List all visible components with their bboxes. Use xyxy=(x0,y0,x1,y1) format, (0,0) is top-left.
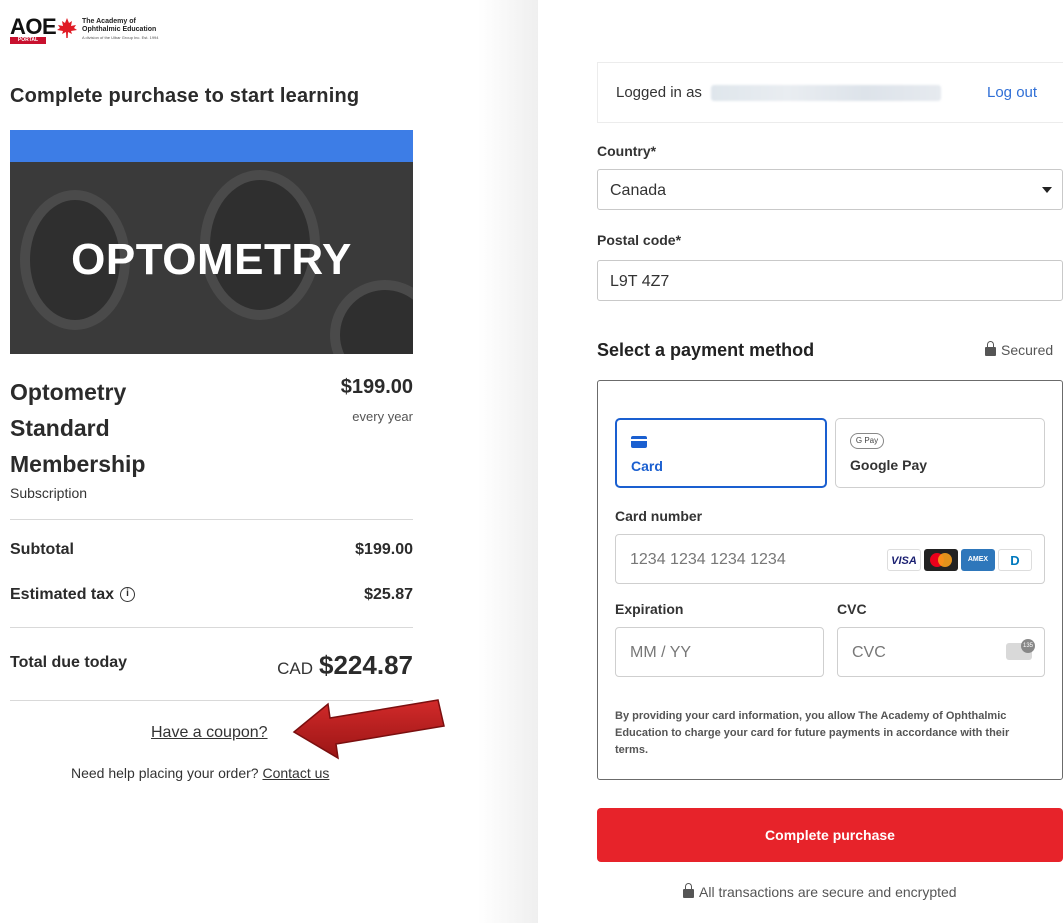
tab-card[interactable]: Card xyxy=(615,418,827,488)
postal-code-input[interactable]: L9T 4Z7 xyxy=(597,260,1063,301)
tax-label: Estimated tax xyxy=(10,586,115,603)
security-note: All transactions are secure and encrypte… xyxy=(683,883,957,900)
tax-value: $25.87 xyxy=(364,586,413,603)
postal-code-value: L9T 4Z7 xyxy=(610,273,670,290)
total-label: Total due today xyxy=(10,654,128,671)
total-currency: CAD xyxy=(277,659,314,678)
total-value: $224.87 xyxy=(319,650,413,680)
page-heading: Complete purchase to start learning xyxy=(10,85,360,107)
logo-org-line1: The Academy of xyxy=(82,18,136,25)
logout-link[interactable]: Log out xyxy=(987,84,1037,101)
card-number-placeholder: 1234 1234 1234 1234 xyxy=(630,551,786,568)
google-pay-icon: G Pay xyxy=(850,433,884,449)
logo-org-name: The Academy of Ophthalmic Education xyxy=(82,18,156,34)
coupon-link[interactable]: Have a coupon? xyxy=(151,724,268,742)
product-name: Optometry Standard Membership xyxy=(10,374,210,482)
total-amount: CAD $224.87 xyxy=(277,650,413,681)
info-icon[interactable]: i xyxy=(120,587,136,603)
product-banner: OPTOMETRY xyxy=(10,130,413,354)
mastercard-icon xyxy=(924,549,958,571)
amex-icon: AMEX xyxy=(961,549,995,571)
payment-terms: By providing your card information, you … xyxy=(615,710,1010,756)
banner-dial-far xyxy=(330,280,413,354)
subtotal-label: Subtotal xyxy=(10,541,74,558)
country-select[interactable]: Canada xyxy=(597,169,1063,210)
banner-label: OPTOMETRY xyxy=(71,235,352,284)
help-label: Need help placing your order? xyxy=(71,765,259,781)
cvc-card-icon xyxy=(1006,639,1035,660)
divider xyxy=(10,519,413,520)
logo-tagline: A division of the Ulbar Group Inc. Est. … xyxy=(82,35,159,40)
card-icon xyxy=(631,436,647,448)
payment-method-title: Select a payment method xyxy=(597,340,815,360)
chevron-down-icon xyxy=(1042,187,1052,193)
cvc-input[interactable]: CVC xyxy=(837,627,1045,677)
visa-icon: VISA xyxy=(887,549,921,571)
tab-card-label: Card xyxy=(631,458,663,474)
secured-label: Secured xyxy=(1001,342,1054,358)
product-name-line: Optometry xyxy=(10,379,127,405)
security-note-text: All transactions are secure and encrypte… xyxy=(699,884,957,900)
column-divider-shadow xyxy=(478,0,538,923)
blurred-email xyxy=(711,85,941,101)
aoe-logo[interactable]: AOE PORTAL The Academy of Ophthalmic Edu… xyxy=(10,14,190,44)
maple-leaf-icon xyxy=(57,18,77,38)
country-label: Country* xyxy=(597,143,657,159)
tax-row-label: Estimated tax i xyxy=(10,586,136,604)
subtotal-value: $199.00 xyxy=(355,541,413,558)
banner-top-bar xyxy=(10,130,413,162)
lock-icon xyxy=(683,883,694,898)
tab-google-pay[interactable]: G Pay Google Pay xyxy=(835,418,1045,488)
divider xyxy=(10,627,413,628)
logo-portal-tag: PORTAL xyxy=(10,37,46,44)
red-arrow-annotation xyxy=(292,699,445,760)
diners-icon: D xyxy=(998,549,1032,571)
secured-badge: Secured xyxy=(985,341,1054,358)
contact-us-link[interactable]: Contact us xyxy=(262,765,329,781)
postal-code-label: Postal code* xyxy=(597,232,682,248)
expiration-label: Expiration xyxy=(615,601,684,617)
expiration-placeholder: MM / YY xyxy=(630,644,692,661)
card-number-label: Card number xyxy=(615,508,703,524)
product-name-line: Membership xyxy=(10,451,146,477)
product-period: every year xyxy=(352,409,413,424)
card-brands: VISA AMEX D xyxy=(887,549,1032,571)
lock-icon xyxy=(985,341,996,356)
card-number-input[interactable]: 1234 1234 1234 1234 VISA AMEX D xyxy=(615,534,1045,584)
complete-purchase-button[interactable]: Complete purchase xyxy=(597,808,1063,862)
product-name-line: Standard xyxy=(10,415,110,441)
product-price: $199.00 xyxy=(340,376,413,398)
expiration-input[interactable]: MM / YY xyxy=(615,627,824,677)
logo-org-line2: Ophthalmic Education xyxy=(82,26,157,33)
product-type: Subscription xyxy=(10,485,88,501)
logged-in-label: Logged in as xyxy=(616,84,702,101)
tab-google-pay-label: Google Pay xyxy=(850,457,928,473)
help-text: Need help placing your order? Contact us xyxy=(71,765,329,781)
country-value: Canada xyxy=(610,182,667,199)
cvc-placeholder: CVC xyxy=(852,644,886,661)
cvc-label: CVC xyxy=(837,601,867,617)
